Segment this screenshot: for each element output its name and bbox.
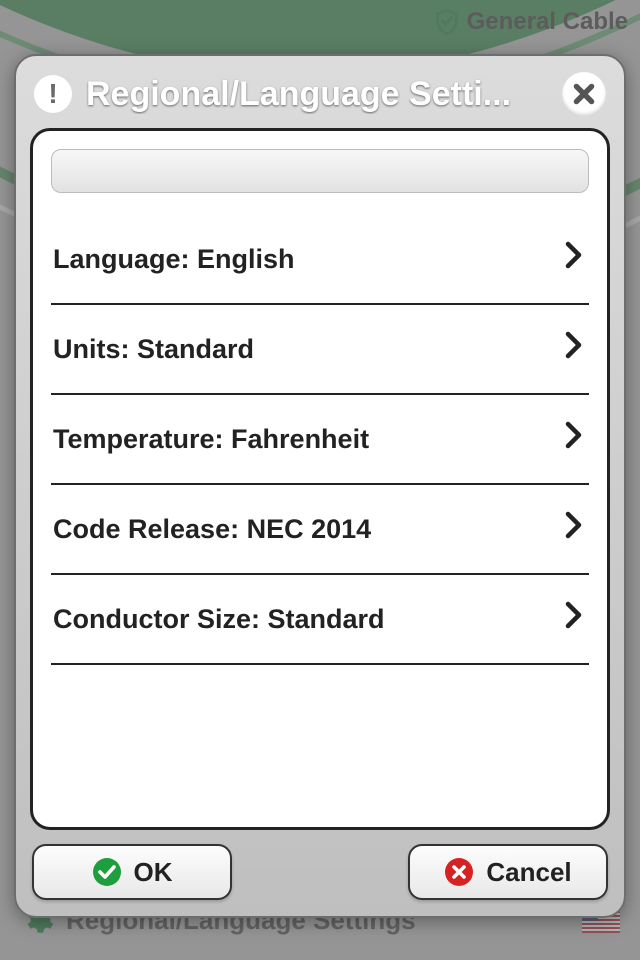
x-circle-icon: [444, 857, 474, 887]
row-language[interactable]: Language: English: [51, 215, 589, 305]
dialog-footer: OK Cancel: [30, 830, 610, 902]
settings-dialog: ! Regional/Language Setti... Language: E…: [14, 54, 626, 918]
ok-label: OK: [134, 857, 173, 888]
dialog-header: ! Regional/Language Setti...: [30, 68, 610, 128]
section-header-bar: [51, 149, 589, 193]
close-button[interactable]: [562, 72, 606, 116]
cancel-label: Cancel: [486, 857, 571, 888]
row-units[interactable]: Units: Standard: [51, 305, 589, 395]
dialog-title: Regional/Language Setti...: [86, 75, 548, 114]
chevron-right-icon: [565, 601, 583, 637]
cancel-button[interactable]: Cancel: [408, 844, 608, 900]
close-icon: [571, 81, 597, 107]
row-temperature[interactable]: Temperature: Fahrenheit: [51, 395, 589, 485]
row-label: Temperature: Fahrenheit: [53, 424, 369, 455]
alert-icon: !: [34, 75, 72, 113]
row-label: Conductor Size: Standard: [53, 604, 385, 635]
row-conductor-size[interactable]: Conductor Size: Standard: [51, 575, 589, 665]
dialog-body: Language: English Units: Standard Temper…: [30, 128, 610, 830]
row-code-release[interactable]: Code Release: NEC 2014: [51, 485, 589, 575]
row-label: Units: Standard: [53, 334, 254, 365]
chevron-right-icon: [565, 241, 583, 277]
check-circle-icon: [92, 857, 122, 887]
row-label: Code Release: NEC 2014: [53, 514, 371, 545]
ok-button[interactable]: OK: [32, 844, 232, 900]
chevron-right-icon: [565, 421, 583, 457]
chevron-right-icon: [565, 511, 583, 547]
row-label: Language: English: [53, 244, 295, 275]
chevron-right-icon: [565, 331, 583, 367]
